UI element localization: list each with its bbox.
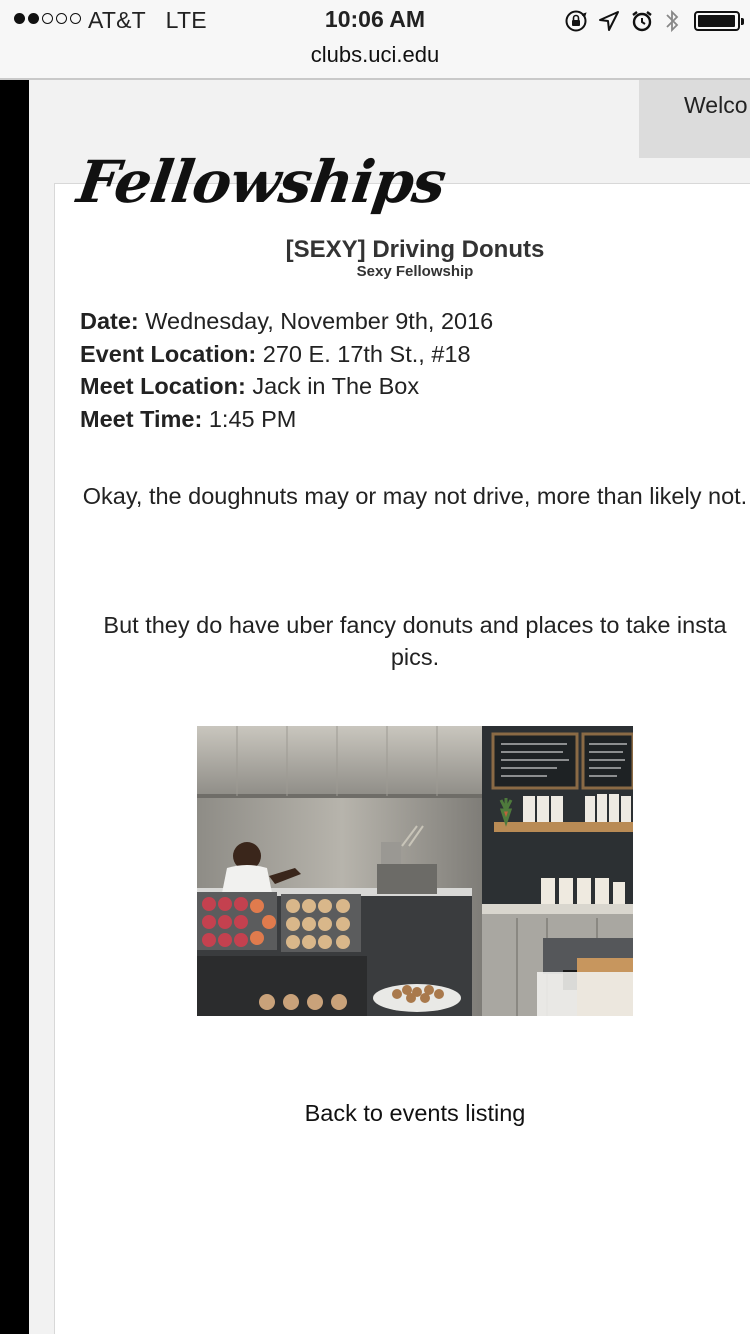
address-bar-url[interactable]: clubs.uci.edu [0, 42, 750, 68]
event-title: [SEXY] Driving Donuts [285, 236, 545, 263]
event-location-label: Event Location: [80, 340, 257, 367]
phone-screen: AT&T LTE 10:06 AM clubs.uci.edu Welco Fe… [0, 0, 750, 1334]
welcome-tab[interactable]: Welco [639, 80, 750, 158]
welcome-text: Welco [684, 92, 748, 118]
event-details: Date: Wednesday, November 9th, 2016 Even… [80, 305, 493, 435]
location-arrow-icon [599, 11, 619, 31]
orientation-lock-icon [565, 10, 587, 32]
donut-shop-image [197, 726, 633, 1016]
event-photo [197, 726, 633, 1016]
meet-time-value: 1:45 PM [208, 405, 297, 432]
fellowships-logo[interactable]: Fellowships [73, 148, 449, 216]
date-row: Date: Wednesday, November 9th, 2016 [80, 305, 493, 338]
event-location-row: Event Location: 270 E. 17th St., #18 [80, 338, 493, 371]
meet-time-row: Meet Time: 1:45 PM [80, 403, 493, 436]
alarm-icon [632, 11, 652, 32]
meet-location-label: Meet Location: [80, 373, 246, 399]
meet-location-value: Jack in The Box [252, 373, 420, 399]
status-icons [564, 8, 744, 34]
event-subtitle: Sexy Fellowship [356, 263, 474, 280]
back-to-events-link[interactable]: Back to events listing [80, 1100, 750, 1127]
meet-location-row: Meet Location: Jack in The Box [80, 370, 493, 403]
left-sidebar-edge [0, 80, 29, 1334]
status-bar: AT&T LTE 10:06 AM clubs.uci.edu [0, 0, 750, 80]
bluetooth-icon [666, 9, 679, 33]
description-paragraph-1: Okay, the doughnuts may or may not drive… [82, 483, 748, 509]
description-paragraph-2: But they do have uber fancy donuts and p… [103, 612, 727, 670]
meet-time-label: Meet Time: [80, 405, 203, 432]
date-value: Wednesday, November 9th, 2016 [145, 308, 494, 334]
event-location-value: 270 E. 17th St., #18 [262, 340, 471, 367]
battery-icon [694, 11, 744, 31]
date-label: Date: [80, 308, 139, 334]
